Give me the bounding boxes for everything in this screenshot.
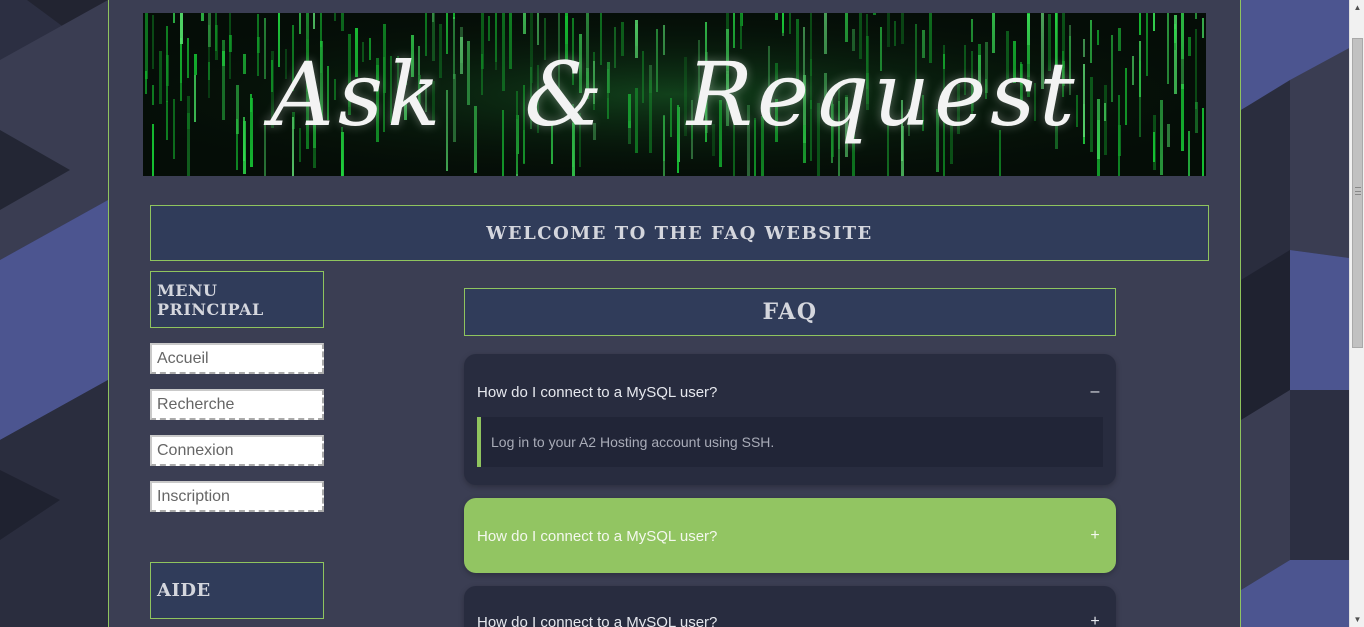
faq-answer: Log in to your A2 Hosting account using … — [477, 417, 1103, 467]
grip-icon — [1355, 187, 1361, 195]
vertical-scrollbar[interactable]: ▲ ▼ — [1349, 0, 1364, 627]
faq-item: How do I connect to a MySQL user? + — [464, 498, 1116, 573]
recherche-input[interactable] — [150, 389, 324, 420]
welcome-text: WELCOME TO THE FAQ WEBSITE — [486, 222, 873, 244]
site-banner: Ask & Request — [143, 13, 1206, 176]
faq-question: How do I connect to a MySQL user? — [477, 613, 718, 627]
banner-title-ampersand: & — [524, 43, 607, 146]
menu-principal-title: MENU PRINCIPAL — [150, 271, 324, 328]
inscription-input[interactable] — [150, 481, 324, 512]
faq-question-row[interactable]: How do I connect to a MySQL user? – — [477, 382, 1103, 402]
faq-title-label: FAQ — [762, 299, 818, 325]
connexion-input[interactable] — [150, 435, 324, 466]
faq-question-row[interactable]: How do I connect to a MySQL user? + — [477, 612, 1103, 627]
menu-principal-label: MENU PRINCIPAL — [157, 280, 264, 319]
collapse-icon[interactable]: – — [1087, 383, 1103, 401]
welcome-header: WELCOME TO THE FAQ WEBSITE — [150, 205, 1209, 261]
faq-answer-text: Log in to your A2 Hosting account using … — [491, 434, 775, 450]
faq-item: How do I connect to a MySQL user? + — [464, 586, 1116, 627]
aide-label: AIDE — [157, 580, 211, 601]
faq-question-row[interactable]: How do I connect to a MySQL user? + — [477, 526, 1103, 546]
faq-question: How do I connect to a MySQL user? — [477, 383, 718, 401]
scroll-down-icon[interactable]: ▼ — [1350, 612, 1364, 627]
banner-title-ask: Ask — [270, 43, 445, 146]
banner-title-request: Request — [686, 43, 1079, 146]
banner-title: Ask & Request — [143, 13, 1206, 176]
faq-title: FAQ — [464, 288, 1116, 336]
accueil-input[interactable] — [150, 343, 324, 374]
expand-icon[interactable]: + — [1087, 613, 1103, 627]
aide-title: AIDE — [150, 562, 324, 619]
scroll-up-icon[interactable]: ▲ — [1350, 0, 1364, 15]
expand-icon[interactable]: + — [1087, 527, 1103, 545]
faq-question: How do I connect to a MySQL user? — [477, 527, 718, 545]
faq-item: How do I connect to a MySQL user? – Log … — [464, 354, 1116, 485]
scroll-thumb[interactable] — [1352, 38, 1363, 348]
